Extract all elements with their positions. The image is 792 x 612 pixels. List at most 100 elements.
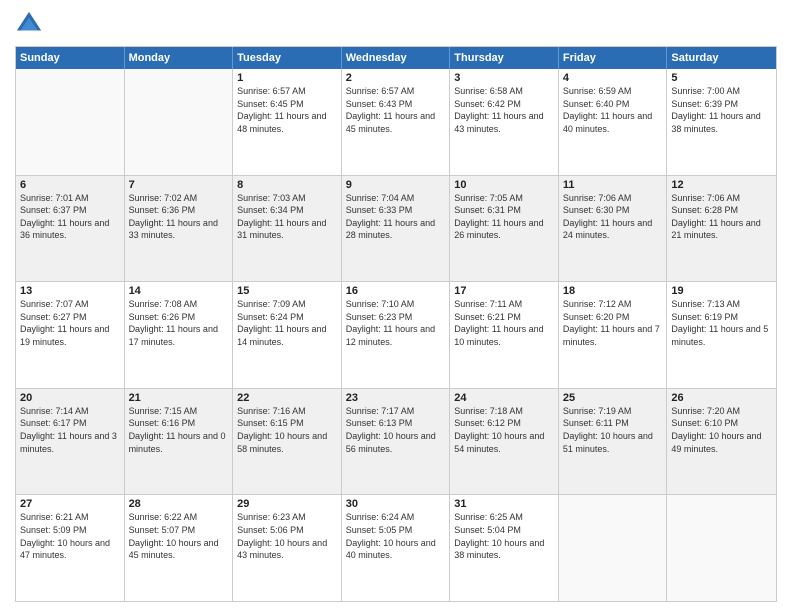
calendar-cell: 29Sunrise: 6:23 AM Sunset: 5:06 PM Dayli… bbox=[233, 495, 342, 601]
day-number: 3 bbox=[454, 72, 554, 84]
day-number: 15 bbox=[237, 285, 337, 297]
cell-text: Sunrise: 6:59 AM Sunset: 6:40 PM Dayligh… bbox=[563, 85, 663, 135]
calendar-cell: 23Sunrise: 7:17 AM Sunset: 6:13 PM Dayli… bbox=[342, 389, 451, 495]
logo-icon bbox=[15, 10, 43, 38]
calendar-body: 1Sunrise: 6:57 AM Sunset: 6:45 PM Daylig… bbox=[16, 69, 776, 601]
cell-text: Sunrise: 7:10 AM Sunset: 6:23 PM Dayligh… bbox=[346, 298, 446, 348]
calendar-cell: 25Sunrise: 7:19 AM Sunset: 6:11 PM Dayli… bbox=[559, 389, 668, 495]
cell-text: Sunrise: 7:06 AM Sunset: 6:28 PM Dayligh… bbox=[671, 192, 772, 242]
calendar-cell: 15Sunrise: 7:09 AM Sunset: 6:24 PM Dayli… bbox=[233, 282, 342, 388]
calendar-cell: 6Sunrise: 7:01 AM Sunset: 6:37 PM Daylig… bbox=[16, 176, 125, 282]
calendar-row-3: 20Sunrise: 7:14 AM Sunset: 6:17 PM Dayli… bbox=[16, 388, 776, 495]
calendar-cell bbox=[125, 69, 234, 175]
day-number: 21 bbox=[129, 392, 229, 404]
cell-text: Sunrise: 7:03 AM Sunset: 6:34 PM Dayligh… bbox=[237, 192, 337, 242]
calendar-row-0: 1Sunrise: 6:57 AM Sunset: 6:45 PM Daylig… bbox=[16, 69, 776, 175]
day-number: 9 bbox=[346, 179, 446, 191]
day-number: 23 bbox=[346, 392, 446, 404]
cell-text: Sunrise: 7:07 AM Sunset: 6:27 PM Dayligh… bbox=[20, 298, 120, 348]
calendar-cell: 28Sunrise: 6:22 AM Sunset: 5:07 PM Dayli… bbox=[125, 495, 234, 601]
calendar-cell: 19Sunrise: 7:13 AM Sunset: 6:19 PM Dayli… bbox=[667, 282, 776, 388]
calendar-cell: 24Sunrise: 7:18 AM Sunset: 6:12 PM Dayli… bbox=[450, 389, 559, 495]
day-number: 29 bbox=[237, 498, 337, 510]
day-number: 2 bbox=[346, 72, 446, 84]
day-number: 11 bbox=[563, 179, 663, 191]
calendar-cell: 7Sunrise: 7:02 AM Sunset: 6:36 PM Daylig… bbox=[125, 176, 234, 282]
cell-text: Sunrise: 7:06 AM Sunset: 6:30 PM Dayligh… bbox=[563, 192, 663, 242]
cell-text: Sunrise: 6:22 AM Sunset: 5:07 PM Dayligh… bbox=[129, 511, 229, 561]
day-number: 26 bbox=[671, 392, 772, 404]
cell-text: Sunrise: 6:23 AM Sunset: 5:06 PM Dayligh… bbox=[237, 511, 337, 561]
cell-text: Sunrise: 7:09 AM Sunset: 6:24 PM Dayligh… bbox=[237, 298, 337, 348]
day-number: 22 bbox=[237, 392, 337, 404]
cell-text: Sunrise: 7:15 AM Sunset: 6:16 PM Dayligh… bbox=[129, 405, 229, 455]
cell-text: Sunrise: 6:21 AM Sunset: 5:09 PM Dayligh… bbox=[20, 511, 120, 561]
day-number: 12 bbox=[671, 179, 772, 191]
day-number: 1 bbox=[237, 72, 337, 84]
calendar-header: SundayMondayTuesdayWednesdayThursdayFrid… bbox=[16, 47, 776, 69]
day-number: 25 bbox=[563, 392, 663, 404]
weekday-header-tuesday: Tuesday bbox=[233, 47, 342, 69]
weekday-header-saturday: Saturday bbox=[667, 47, 776, 69]
calendar-cell: 4Sunrise: 6:59 AM Sunset: 6:40 PM Daylig… bbox=[559, 69, 668, 175]
calendar-cell: 10Sunrise: 7:05 AM Sunset: 6:31 PM Dayli… bbox=[450, 176, 559, 282]
calendar-cell: 30Sunrise: 6:24 AM Sunset: 5:05 PM Dayli… bbox=[342, 495, 451, 601]
weekday-header-sunday: Sunday bbox=[16, 47, 125, 69]
cell-text: Sunrise: 7:02 AM Sunset: 6:36 PM Dayligh… bbox=[129, 192, 229, 242]
calendar-cell bbox=[667, 495, 776, 601]
weekday-header-thursday: Thursday bbox=[450, 47, 559, 69]
day-number: 14 bbox=[129, 285, 229, 297]
day-number: 18 bbox=[563, 285, 663, 297]
cell-text: Sunrise: 7:01 AM Sunset: 6:37 PM Dayligh… bbox=[20, 192, 120, 242]
calendar-row-4: 27Sunrise: 6:21 AM Sunset: 5:09 PM Dayli… bbox=[16, 494, 776, 601]
cell-text: Sunrise: 7:12 AM Sunset: 6:20 PM Dayligh… bbox=[563, 298, 663, 348]
page: SundayMondayTuesdayWednesdayThursdayFrid… bbox=[0, 0, 792, 612]
calendar-cell bbox=[559, 495, 668, 601]
calendar-cell: 27Sunrise: 6:21 AM Sunset: 5:09 PM Dayli… bbox=[16, 495, 125, 601]
calendar-cell: 1Sunrise: 6:57 AM Sunset: 6:45 PM Daylig… bbox=[233, 69, 342, 175]
weekday-header-friday: Friday bbox=[559, 47, 668, 69]
calendar-row-2: 13Sunrise: 7:07 AM Sunset: 6:27 PM Dayli… bbox=[16, 281, 776, 388]
day-number: 31 bbox=[454, 498, 554, 510]
cell-text: Sunrise: 7:14 AM Sunset: 6:17 PM Dayligh… bbox=[20, 405, 120, 455]
calendar-cell: 31Sunrise: 6:25 AM Sunset: 5:04 PM Dayli… bbox=[450, 495, 559, 601]
day-number: 30 bbox=[346, 498, 446, 510]
calendar-cell: 18Sunrise: 7:12 AM Sunset: 6:20 PM Dayli… bbox=[559, 282, 668, 388]
day-number: 16 bbox=[346, 285, 446, 297]
cell-text: Sunrise: 6:57 AM Sunset: 6:43 PM Dayligh… bbox=[346, 85, 446, 135]
cell-text: Sunrise: 7:16 AM Sunset: 6:15 PM Dayligh… bbox=[237, 405, 337, 455]
calendar-cell: 12Sunrise: 7:06 AM Sunset: 6:28 PM Dayli… bbox=[667, 176, 776, 282]
weekday-header-wednesday: Wednesday bbox=[342, 47, 451, 69]
cell-text: Sunrise: 7:04 AM Sunset: 6:33 PM Dayligh… bbox=[346, 192, 446, 242]
cell-text: Sunrise: 7:18 AM Sunset: 6:12 PM Dayligh… bbox=[454, 405, 554, 455]
day-number: 6 bbox=[20, 179, 120, 191]
calendar-cell: 14Sunrise: 7:08 AM Sunset: 6:26 PM Dayli… bbox=[125, 282, 234, 388]
calendar-cell: 17Sunrise: 7:11 AM Sunset: 6:21 PM Dayli… bbox=[450, 282, 559, 388]
cell-text: Sunrise: 6:57 AM Sunset: 6:45 PM Dayligh… bbox=[237, 85, 337, 135]
cell-text: Sunrise: 7:05 AM Sunset: 6:31 PM Dayligh… bbox=[454, 192, 554, 242]
calendar-cell: 2Sunrise: 6:57 AM Sunset: 6:43 PM Daylig… bbox=[342, 69, 451, 175]
calendar-cell: 22Sunrise: 7:16 AM Sunset: 6:15 PM Dayli… bbox=[233, 389, 342, 495]
day-number: 5 bbox=[671, 72, 772, 84]
day-number: 10 bbox=[454, 179, 554, 191]
day-number: 27 bbox=[20, 498, 120, 510]
day-number: 20 bbox=[20, 392, 120, 404]
cell-text: Sunrise: 7:19 AM Sunset: 6:11 PM Dayligh… bbox=[563, 405, 663, 455]
cell-text: Sunrise: 7:20 AM Sunset: 6:10 PM Dayligh… bbox=[671, 405, 772, 455]
calendar-row-1: 6Sunrise: 7:01 AM Sunset: 6:37 PM Daylig… bbox=[16, 175, 776, 282]
calendar-cell: 5Sunrise: 7:00 AM Sunset: 6:39 PM Daylig… bbox=[667, 69, 776, 175]
calendar-cell: 20Sunrise: 7:14 AM Sunset: 6:17 PM Dayli… bbox=[16, 389, 125, 495]
calendar-cell: 26Sunrise: 7:20 AM Sunset: 6:10 PM Dayli… bbox=[667, 389, 776, 495]
cell-text: Sunrise: 6:58 AM Sunset: 6:42 PM Dayligh… bbox=[454, 85, 554, 135]
day-number: 7 bbox=[129, 179, 229, 191]
calendar-cell: 13Sunrise: 7:07 AM Sunset: 6:27 PM Dayli… bbox=[16, 282, 125, 388]
cell-text: Sunrise: 7:13 AM Sunset: 6:19 PM Dayligh… bbox=[671, 298, 772, 348]
day-number: 24 bbox=[454, 392, 554, 404]
calendar-cell: 3Sunrise: 6:58 AM Sunset: 6:42 PM Daylig… bbox=[450, 69, 559, 175]
cell-text: Sunrise: 7:08 AM Sunset: 6:26 PM Dayligh… bbox=[129, 298, 229, 348]
day-number: 17 bbox=[454, 285, 554, 297]
calendar: SundayMondayTuesdayWednesdayThursdayFrid… bbox=[15, 46, 777, 602]
cell-text: Sunrise: 6:24 AM Sunset: 5:05 PM Dayligh… bbox=[346, 511, 446, 561]
calendar-cell: 16Sunrise: 7:10 AM Sunset: 6:23 PM Dayli… bbox=[342, 282, 451, 388]
weekday-header-monday: Monday bbox=[125, 47, 234, 69]
